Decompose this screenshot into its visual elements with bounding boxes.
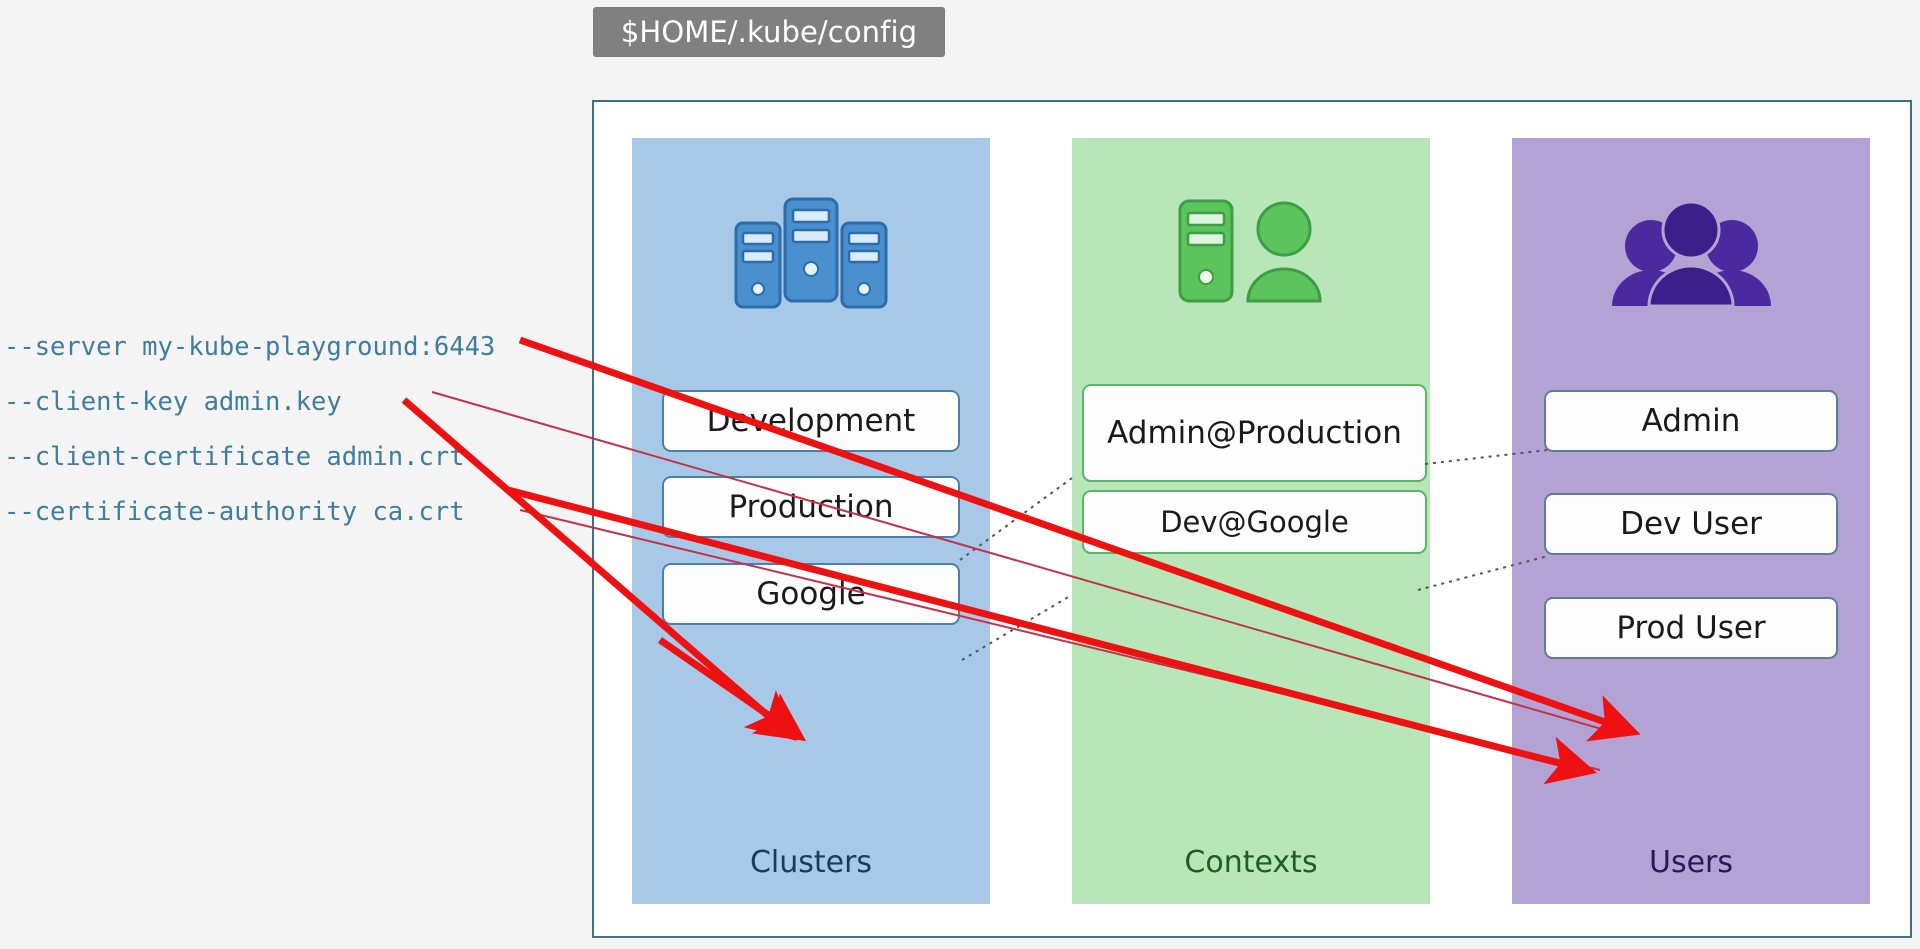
context-item-admin-production[interactable]: Admin@Production [1082,384,1427,482]
cluster-item-production[interactable]: Production [662,476,960,538]
context-item-label: Admin@Production [1107,415,1402,451]
cluster-item-development[interactable]: Development [662,390,960,452]
user-item-prod-user[interactable]: Prod User [1544,597,1838,659]
flag-line-client-certificate: --client-certificate admin.crt [4,442,465,472]
users-column-label: Users [1648,845,1733,880]
config-path-banner: $HOME/.kube/config [594,8,944,56]
contexts-column: Admin@Production Dev@Google Contexts [1072,138,1430,904]
servers-icon [632,176,990,326]
user-item-label: Dev User [1620,506,1762,542]
flag-line-client-key: --client-key admin.key [4,387,342,417]
user-item-label: Prod User [1616,610,1766,646]
flag-line-server: --server my-kube-playground:6443 [4,332,496,362]
kubeconfig-flag-list: --server my-kube-playground:6443 --clien… [4,320,594,540]
contexts-column-label: Contexts [1184,845,1318,880]
cluster-item-google[interactable]: Google [662,563,960,625]
users-column: Admin Dev User Prod User Users [1512,138,1870,904]
config-path-label: $HOME/.kube/config [620,15,918,49]
cluster-item-label: Google [756,576,866,612]
flag-line-certificate-authority: --certificate-authority ca.crt [4,497,465,527]
user-item-dev-user[interactable]: Dev User [1544,493,1838,555]
context-item-dev-google[interactable]: Dev@Google [1082,490,1427,554]
user-item-label: Admin [1641,403,1741,439]
cluster-item-label: Development [706,403,916,439]
context-item-label: Dev@Google [1160,505,1349,539]
clusters-column-label: Clusters [749,845,873,880]
server-user-icon [1072,176,1430,326]
user-item-admin[interactable]: Admin [1544,390,1838,452]
clusters-column: Development Production Google Clusters [632,138,990,904]
kubeconfig-panel: Development Production Google Clusters A… [592,100,1912,938]
cluster-item-label: Production [728,489,894,525]
users-group-icon [1512,176,1870,326]
